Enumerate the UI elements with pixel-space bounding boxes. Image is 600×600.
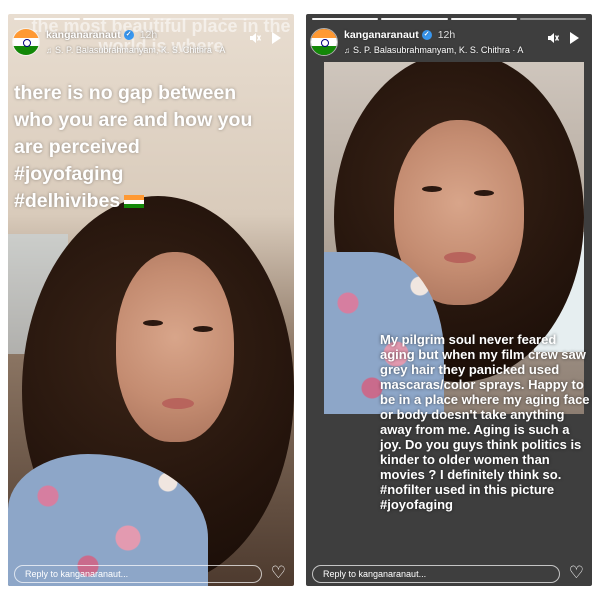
text-line: are perceived <box>14 136 140 158</box>
hashtag[interactable]: #joyofaging <box>14 161 292 188</box>
heart-icon[interactable]: ♡ <box>569 563 584 583</box>
lips <box>162 398 194 409</box>
story-footer: Reply to kanganaranaut... ♡ <box>312 563 586 583</box>
story-footer: Reply to kanganaranaut... ♡ <box>14 563 288 583</box>
username[interactable]: kanganaranaut ✓ 12h <box>46 29 157 41</box>
heart-icon[interactable]: ♡ <box>271 563 286 583</box>
hashtag-line: #delhivibes <box>14 188 292 215</box>
hashtag[interactable]: #delhivibes <box>14 190 120 212</box>
music-text: S. P. Balasubrahmanyam, K. S. Chithra · … <box>55 45 226 55</box>
story-right[interactable]: kanganaranaut ✓ 12h ♫ S. P. Balasubrahmanya… <box>306 14 592 586</box>
music-note-icon: ♫ <box>344 46 350 55</box>
text-line: there is no gap between <box>14 82 237 104</box>
avatar[interactable] <box>12 28 40 56</box>
story-text-overlay: there is no gap between who you are and … <box>14 80 292 215</box>
speaker-muted-icon[interactable] <box>546 31 560 48</box>
eye-left <box>422 186 442 192</box>
username-text: kanganaranaut <box>344 29 419 41</box>
reply-input[interactable]: Reply to kanganaranaut... <box>14 565 262 583</box>
username[interactable]: kanganaranaut ✓ 12h <box>344 29 455 41</box>
post-time: 12h <box>139 29 158 41</box>
text-line: who you are and how you <box>14 109 253 131</box>
avatar[interactable] <box>310 28 338 56</box>
story-header: kanganaranaut ✓ 12h ♫ S. P. Balasubrahmanya… <box>310 26 586 68</box>
face <box>116 252 234 442</box>
post-time: 12h <box>437 29 456 41</box>
eye-right <box>474 190 494 196</box>
music-attribution[interactable]: ♫ S. P. Balasubrahmanyam, K. S. Chithra ·… <box>46 45 225 55</box>
play-icon[interactable] <box>270 31 282 48</box>
username-text: kanganaranaut <box>46 29 121 41</box>
speaker-muted-icon[interactable] <box>248 31 262 48</box>
reply-input[interactable]: Reply to kanganaranaut... <box>312 565 560 583</box>
eye-right <box>193 326 213 332</box>
eye-left <box>143 320 163 326</box>
music-attribution[interactable]: ♫ S. P. Balasubrahmanyam, K. S. Chithra ·… <box>344 45 523 55</box>
music-text: S. P. Balasubrahmanyam, K. S. Chithra · … <box>353 45 524 55</box>
music-note-icon: ♫ <box>46 46 52 55</box>
verified-badge-icon: ✓ <box>123 30 134 41</box>
story-left[interactable]: the most beautiful place in the world is… <box>8 14 294 586</box>
story-header: kanganaranaut ✓ 12h ♫ S. P. Balasubrahmanya… <box>12 26 288 68</box>
verified-badge-icon: ✓ <box>421 30 432 41</box>
lips <box>444 252 476 263</box>
india-flag-icon <box>124 195 145 209</box>
play-icon[interactable] <box>568 31 580 48</box>
story-caption: My pilgrim soul never feared aging but w… <box>380 332 590 512</box>
story-progress <box>312 18 586 20</box>
